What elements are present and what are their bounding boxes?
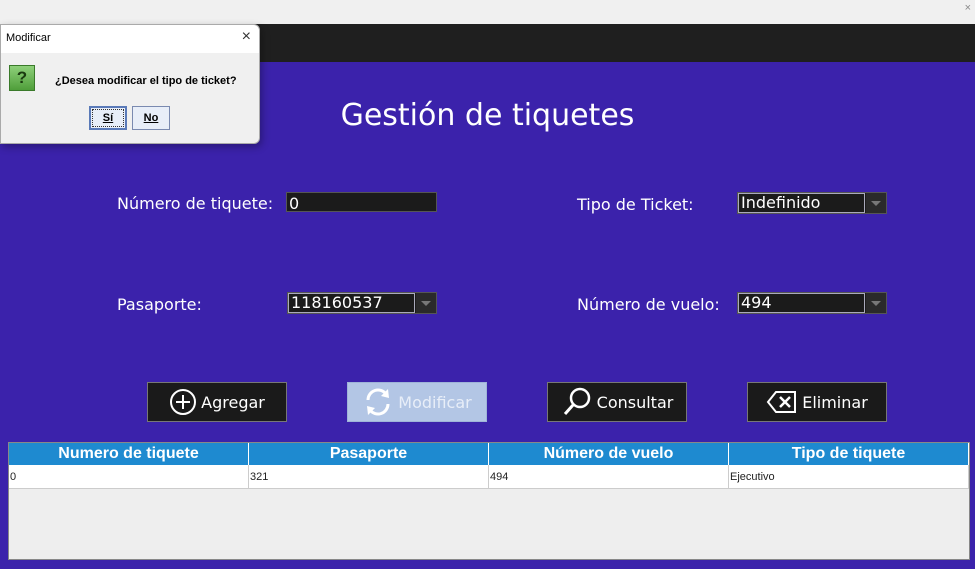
confirm-dialog: Modificar × ? ¿Desea modificar el tipo d… bbox=[0, 24, 260, 144]
window-close-icon[interactable]: × bbox=[965, 2, 971, 14]
modify-button[interactable]: Modificar bbox=[347, 382, 487, 422]
flight-number-select[interactable]: 494 bbox=[737, 292, 887, 314]
dialog-titlebar[interactable]: Modificar × bbox=[1, 25, 259, 53]
passport-select[interactable]: 118160537 bbox=[287, 292, 437, 314]
ticket-number-label: Número de tiquete: bbox=[117, 194, 274, 213]
column-header-passport[interactable]: Pasaporte bbox=[249, 443, 489, 465]
table-header: Numero de tiquete Pasaporte Número de vu… bbox=[9, 443, 969, 465]
plus-circle-icon bbox=[170, 389, 197, 415]
table-cell[interactable]: 321 bbox=[249, 465, 489, 489]
yes-button[interactable]: Sí bbox=[89, 106, 127, 130]
column-header-ticket-type[interactable]: Tipo de tiquete bbox=[729, 443, 969, 465]
chevron-down-icon[interactable] bbox=[416, 293, 436, 313]
close-icon[interactable]: × bbox=[242, 28, 251, 46]
column-header-ticket-number[interactable]: Numero de tiquete bbox=[9, 443, 249, 465]
dialog-title: Modificar bbox=[6, 32, 51, 44]
ticket-type-label: Tipo de Ticket: bbox=[577, 195, 694, 214]
delete-button[interactable]: Eliminar bbox=[747, 382, 887, 422]
table-row[interactable]: 0 321 494 Ejecutivo bbox=[9, 465, 969, 489]
backspace-icon bbox=[766, 391, 797, 413]
query-button-label: Consultar bbox=[596, 392, 674, 412]
add-button-label: Agregar bbox=[201, 392, 265, 412]
app-top-strip: × bbox=[0, 0, 975, 24]
query-button[interactable]: Consultar bbox=[547, 382, 687, 422]
search-icon bbox=[563, 387, 590, 415]
passport-value: 118160537 bbox=[288, 293, 415, 313]
add-button[interactable]: Agregar bbox=[147, 382, 287, 422]
flight-number-label: Número de vuelo: bbox=[577, 295, 720, 314]
ticket-number-input[interactable]: 0 bbox=[286, 192, 437, 213]
flight-number-value: 494 bbox=[738, 293, 865, 313]
modify-button-label: Modificar bbox=[398, 392, 472, 412]
delete-button-label: Eliminar bbox=[802, 392, 868, 412]
table-cell[interactable]: 0 bbox=[9, 465, 249, 489]
ticket-type-select[interactable]: Indefinido bbox=[737, 192, 887, 214]
chevron-down-icon[interactable] bbox=[866, 193, 886, 213]
column-header-flight-number[interactable]: Número de vuelo bbox=[489, 443, 729, 465]
dialog-message: ¿Desea modificar el tipo de ticket? bbox=[55, 75, 237, 87]
chevron-down-icon[interactable] bbox=[866, 293, 886, 313]
table-cell[interactable]: Ejecutivo bbox=[729, 465, 969, 489]
passport-label: Pasaporte: bbox=[117, 295, 202, 314]
ticket-type-value: Indefinido bbox=[738, 193, 865, 213]
no-button[interactable]: No bbox=[132, 106, 170, 130]
refresh-icon bbox=[366, 388, 390, 416]
table-cell[interactable]: 494 bbox=[489, 465, 729, 489]
question-icon: ? bbox=[9, 65, 35, 91]
tickets-table: Numero de tiquete Pasaporte Número de vu… bbox=[8, 442, 970, 560]
